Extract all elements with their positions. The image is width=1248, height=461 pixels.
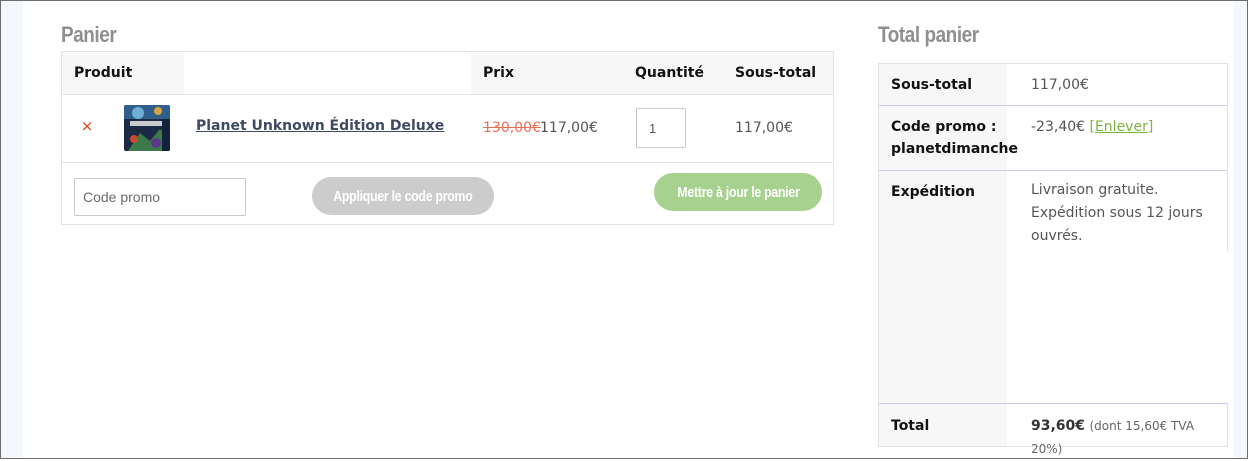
totals-row-total: Total 93,60€ (dont 15,60€ TVA 20%) xyxy=(879,403,1227,456)
update-cart-button[interactable]: Mettre à jour le panier xyxy=(654,173,822,211)
shipping-line-2: Expédition sous 12 jours xyxy=(1031,205,1203,221)
header-quantity: Quantité xyxy=(631,52,721,94)
shipping-label: Expédition xyxy=(891,184,976,200)
price-original: 130,00€ xyxy=(483,120,541,136)
cart-totals-title: Total panier xyxy=(878,22,979,47)
board-game-box-thumbnail-icon[interactable] xyxy=(124,105,170,151)
product-name-link[interactable]: Planet Unknown Édition Deluxe xyxy=(196,118,444,134)
header-blank xyxy=(184,52,472,94)
cart-title: Panier xyxy=(61,22,117,47)
total-value: 93,60€ (dont 15,60€ TVA 20%) xyxy=(1031,415,1227,461)
promo-code-input[interactable] xyxy=(74,178,246,216)
totals-row-coupon: Code promo : planetdimanche -23,40€ [Enl… xyxy=(879,106,1227,171)
shipping-value: Livraison gratuite. Expédition sous 12 j… xyxy=(1031,179,1216,248)
cart-actions-row: Appliquer le code promo Mettre à jour le… xyxy=(62,163,833,225)
coupon-amount: -23,40€ xyxy=(1031,119,1086,135)
left-margin-strip xyxy=(1,1,23,458)
remove-item-button[interactable]: × xyxy=(80,118,94,134)
coupon-code: planetdimanche xyxy=(891,141,1019,157)
cart-table: Produit Prix Quantité Sous-total × Plane… xyxy=(61,51,834,225)
header-subtotal: Sous-total xyxy=(721,52,833,94)
totals-row-shipping: Expédition Livraison gratuite. Expéditio… xyxy=(879,171,1227,403)
subtotal-value: 117,00€ xyxy=(1031,77,1089,93)
update-cart-label: Mettre à jour le panier xyxy=(676,183,800,201)
header-product: Produit xyxy=(62,52,184,94)
right-margin-strip xyxy=(1234,1,1247,458)
subtotal-label: Sous-total xyxy=(891,77,973,93)
shipping-line-1: Livraison gratuite. xyxy=(1031,182,1159,198)
total-amount: 93,60€ xyxy=(1031,418,1086,434)
coupon-value: -23,40€ [Enlever] xyxy=(1031,116,1153,139)
cart-totals-table: Sous-total 117,00€ Code promo : planetdi… xyxy=(878,63,1228,456)
apply-promo-label: Appliquer le code promo xyxy=(333,187,473,205)
total-label: Total xyxy=(891,418,930,434)
quantity-input[interactable] xyxy=(636,108,686,148)
coupon-label: Code promo : planetdimanche xyxy=(891,116,1018,160)
header-price: Prix xyxy=(471,52,631,94)
price-discounted: 117,00€ xyxy=(540,120,598,136)
totals-row-subtotal: Sous-total 117,00€ xyxy=(879,64,1227,106)
cart-table-header: Produit Prix Quantité Sous-total xyxy=(62,52,833,95)
shipping-line-3: ouvrés. xyxy=(1031,228,1083,244)
item-subtotal: 117,00€ xyxy=(735,120,793,136)
coupon-label-line1: Code promo : xyxy=(891,119,997,135)
remove-coupon-link[interactable]: [Enlever] xyxy=(1090,119,1154,135)
cart-item-row: × Planet Unknown Édition Deluxe 130,00€ … xyxy=(62,94,833,163)
apply-promo-button[interactable]: Appliquer le code promo xyxy=(312,177,494,215)
